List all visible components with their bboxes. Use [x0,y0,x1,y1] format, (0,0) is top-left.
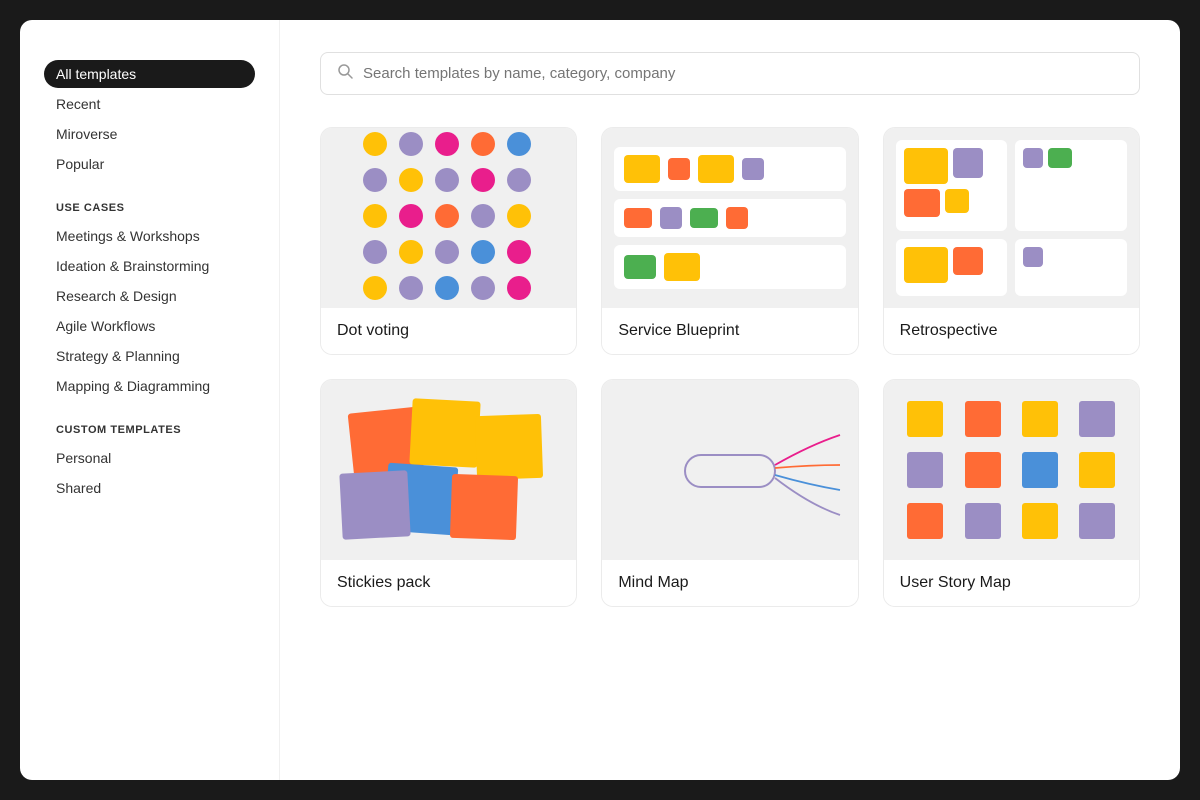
template-card-mind-map[interactable]: Mind Map [601,379,858,607]
search-input[interactable] [363,65,1123,82]
search-bar[interactable] [320,52,1140,95]
sidebar-item-strategy[interactable]: Strategy & Planning [44,342,255,370]
stickies-pack-title: Stickies pack [321,560,576,606]
service-blueprint-thumbnail [602,128,857,308]
main-content: Dot voting [280,20,1180,780]
retrospective-thumbnail [884,128,1139,308]
template-card-retrospective[interactable]: Retrospective [883,127,1140,355]
mind-map-thumbnail [602,380,857,560]
use-cases-section-title: USE CASES [56,202,243,214]
stickies-pack-thumbnail [321,380,576,560]
dot-voting-title: Dot voting [321,308,576,354]
service-blueprint-title: Service Blueprint [602,308,857,354]
sidebar-item-mapping[interactable]: Mapping & Diagramming [44,372,255,400]
mind-map-title: Mind Map [602,560,857,606]
template-grid: Dot voting [320,127,1140,607]
template-card-service-blueprint[interactable]: Service Blueprint [601,127,858,355]
sidebar-item-ideation[interactable]: Ideation & Brainstorming [44,252,255,280]
nav-recent[interactable]: Recent [44,90,255,118]
template-card-dot-voting[interactable]: Dot voting [320,127,577,355]
search-icon [337,63,353,84]
nav-miroverse[interactable]: Miroverse [44,120,255,148]
nav-popular[interactable]: Popular [44,150,255,178]
sidebar-item-agile[interactable]: Agile Workflows [44,312,255,340]
sidebar-item-shared[interactable]: Shared [44,474,255,502]
custom-templates-section-title: CUSTOM TEMPLATES [56,424,243,436]
template-card-stickies-pack[interactable]: Stickies pack [320,379,577,607]
sidebar-item-personal[interactable]: Personal [44,444,255,472]
nav-all[interactable]: All templates [44,60,255,88]
template-card-user-story-map[interactable]: User Story Map [883,379,1140,607]
sidebar-item-research[interactable]: Research & Design [44,282,255,310]
dot-voting-thumbnail [321,128,576,308]
sidebar-item-meetings[interactable]: Meetings & Workshops [44,222,255,250]
user-story-map-thumbnail [884,380,1139,560]
app-window: All templates Recent Miroverse Popular U… [20,20,1180,780]
user-story-map-title: User Story Map [884,560,1139,606]
sidebar: All templates Recent Miroverse Popular U… [20,20,280,780]
retrospective-title: Retrospective [884,308,1139,354]
